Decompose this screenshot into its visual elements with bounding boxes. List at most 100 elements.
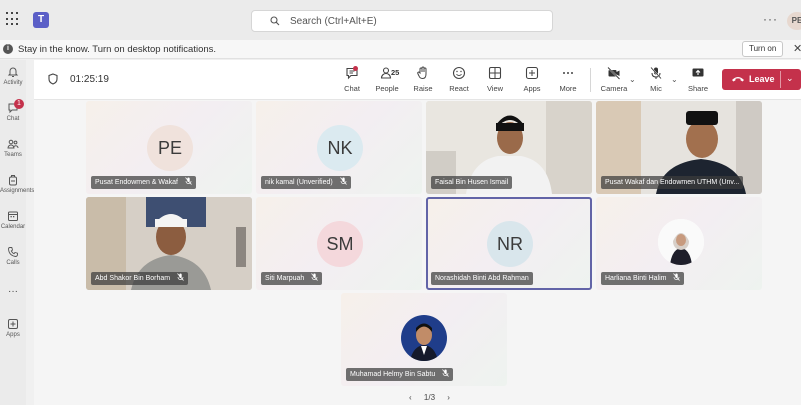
leave-divider [780, 71, 781, 88]
people-count: 25 [391, 68, 400, 77]
leave-button[interactable]: Leave ⌄ [722, 69, 801, 90]
more-button[interactable]: More [552, 66, 584, 93]
participant-name-tag: Abd Shakor Bin Borham [91, 272, 189, 285]
leave-options-chevron-icon[interactable]: ⌄ [786, 73, 794, 84]
participant-name: Pusat Endowmen & Wakaf [95, 179, 179, 186]
rail-label: Chat [6, 116, 20, 122]
rail-label: Calendar [0, 224, 26, 230]
participant-tile[interactable]: Harliana Binti Halim [596, 197, 762, 290]
rail-label: Teams [4, 152, 22, 158]
rail-item-more[interactable]: ··· [0, 286, 26, 297]
info-icon: i [3, 44, 13, 54]
participant-tile[interactable]: SM Siti Marpuah [256, 197, 422, 290]
settings-more-icon[interactable]: ··· [763, 12, 778, 26]
apps-button[interactable]: Apps [516, 66, 548, 93]
participant-name: Faisal Bin Husen Ismail [435, 179, 509, 186]
participant-name: Harliana Binti Halim [605, 275, 667, 282]
rail-item-calendar[interactable]: Calendar [0, 210, 26, 230]
participant-name: Norashidah Binti Abd Rahman [435, 275, 529, 282]
profile-avatar[interactable]: PE [787, 12, 801, 30]
participant-avatar: PE [147, 125, 193, 171]
notification-banner: i Stay in the know. Turn on desktop noti… [0, 40, 801, 59]
chat-button[interactable]: Chat [336, 66, 368, 93]
gallery-pager: ‹ 1/3 › [404, 393, 455, 402]
rail-item-apps[interactable]: Apps [0, 318, 26, 338]
share-label: Share [687, 84, 708, 93]
apps-label: Apps [523, 84, 541, 93]
backpack-icon [9, 175, 17, 186]
camera-options-chevron-icon[interactable]: ⌄ [629, 75, 636, 84]
search-input[interactable]: Search (Ctrl+Alt+E) [251, 10, 553, 32]
mic-button[interactable]: Mic [640, 66, 672, 93]
profile-photo-image [658, 219, 704, 265]
search-icon [270, 16, 280, 26]
bell-icon [7, 67, 19, 77]
participant-name: Abd Shakor Bin Borham [95, 275, 171, 282]
participant-tile-active-speaker[interactable]: NR Norashidah Binti Abd Rahman [426, 197, 592, 290]
calendar-icon [8, 211, 18, 221]
participant-name-tag: Siti Marpuah [261, 272, 323, 285]
people-label: People [375, 84, 399, 93]
share-button[interactable]: Share [682, 66, 714, 93]
close-icon[interactable]: ✕ [793, 42, 801, 55]
phone-icon [8, 247, 18, 257]
chat-unread-dot [353, 66, 358, 71]
search-placeholder: Search (Ctrl+Alt+E) [290, 16, 377, 27]
rail-item-teams[interactable]: Teams [0, 138, 26, 158]
rail-item-calls[interactable]: Calls [0, 246, 26, 266]
profile-photo-image [401, 315, 447, 361]
muted-mic-icon [177, 273, 184, 281]
participant-name: nik kamal (Unverified) [265, 179, 333, 186]
participant-tile[interactable]: Muhamad Helmy Bin Sabtu [341, 293, 507, 386]
mic-label: Mic [650, 84, 662, 93]
add-app-icon [8, 319, 18, 329]
muted-mic-icon [442, 369, 449, 377]
muted-mic-icon [311, 273, 319, 281]
hang-up-icon [732, 77, 744, 82]
people-button[interactable]: 25 People [371, 66, 403, 93]
pager-prev-icon[interactable]: ‹ [409, 393, 412, 402]
participant-name-tag: Pusat Endowmen & Wakaf [91, 176, 196, 189]
participant-name-tag: Harliana Binti Halim [601, 272, 685, 285]
participant-tile[interactable]: Faisal Bin Husen Ismail [426, 101, 592, 194]
turn-on-button[interactable]: Turn on [742, 41, 784, 57]
view-label: View [486, 84, 504, 93]
mic-options-chevron-icon[interactable]: ⌄ [671, 75, 678, 84]
teams-icon [7, 139, 19, 149]
teams-logo: T [33, 12, 49, 28]
leave-label: Leave [749, 74, 775, 84]
react-button[interactable]: React [443, 66, 475, 93]
react-label: React [449, 84, 469, 93]
participant-name: Pusat Wakaf dan Endowmen UTHM (Unv... [605, 179, 740, 186]
camera-button[interactable]: Camera [598, 66, 630, 93]
add-app-icon [525, 66, 539, 80]
rail-item-activity[interactable]: Activity [0, 66, 26, 86]
pager-next-icon[interactable]: › [447, 393, 450, 402]
participant-avatar: NK [317, 125, 363, 171]
more-label: More [559, 84, 577, 93]
participant-name-tag: Muhamad Helmy Bin Sabtu [346, 368, 454, 381]
raise-hand-button[interactable]: Raise [407, 66, 439, 93]
participant-tile[interactable]: Pusat Wakaf dan Endowmen UTHM (Unv... [596, 101, 762, 194]
share-screen-icon [692, 68, 704, 77]
rail-label: Assignments [0, 188, 35, 194]
grid-view-icon [488, 66, 502, 80]
title-bar: T Search (Ctrl+Alt+E) ··· PE [0, 0, 801, 40]
muted-mic-icon [673, 273, 681, 281]
rail-label: Calls [6, 260, 20, 266]
participant-avatar: SM [317, 221, 363, 267]
participant-tile[interactable]: NK nik kamal (Unverified) [256, 101, 422, 194]
camera-off-icon [607, 66, 621, 80]
participant-name-tag: nik kamal (Unverified) [261, 176, 351, 189]
participant-name: Muhamad Helmy Bin Sabtu [350, 371, 436, 378]
camera-label: Camera [600, 84, 628, 93]
meeting-timer: 01:25:19 [70, 74, 109, 85]
view-button[interactable]: View [479, 66, 511, 93]
app-launcher-icon[interactable] [6, 12, 20, 26]
more-icon: ··· [8, 286, 18, 297]
participant-name-tag: Faisal Bin Husen Ismail [431, 176, 513, 189]
rail-item-assignments[interactable]: Assignments [0, 174, 34, 194]
rail-item-chat[interactable]: Chat 1 [0, 99, 26, 122]
participant-tile[interactable]: PE Pusat Endowmen & Wakaf [86, 101, 252, 194]
participant-tile[interactable]: Abd Shakor Bin Borham [86, 197, 252, 290]
